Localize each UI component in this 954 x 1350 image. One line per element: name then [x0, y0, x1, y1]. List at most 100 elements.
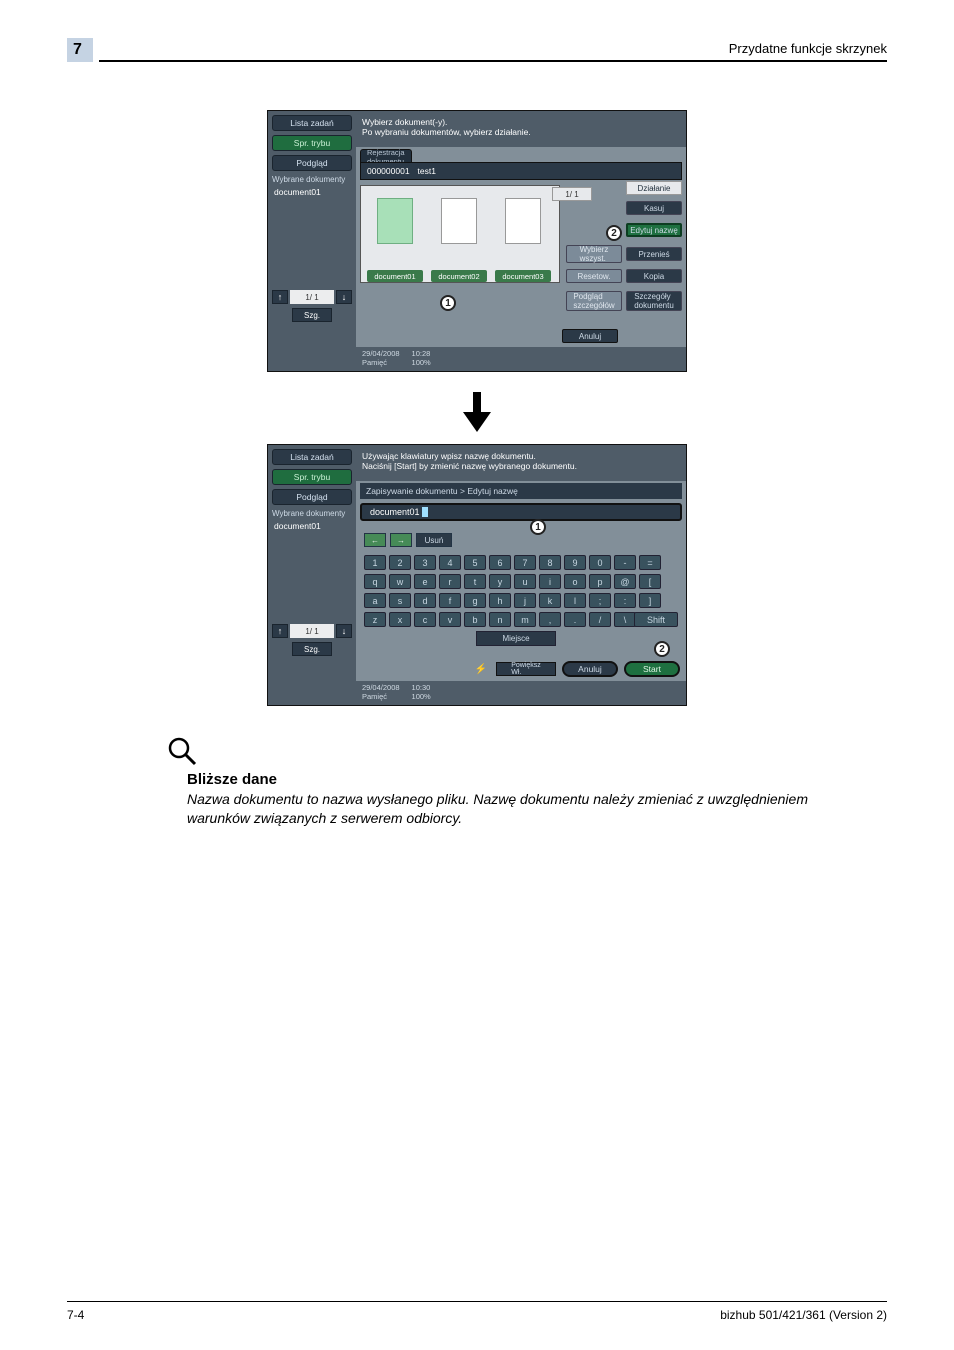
key-p[interactable]: p: [589, 574, 611, 589]
lightning-icon: ⚡: [472, 662, 490, 676]
callout-2-marker: 2: [606, 225, 622, 241]
keyboard-row-1: 1234567890-=: [364, 555, 661, 570]
key-1[interactable]: 1: [364, 555, 386, 570]
action-szczegoly-dokumentu[interactable]: Szczegóły dokumentu: [626, 291, 682, 311]
anuluj-button[interactable]: Anuluj: [562, 661, 618, 677]
key-a[interactable]: a: [364, 593, 386, 608]
key-y[interactable]: y: [489, 574, 511, 589]
key-k[interactable]: k: [539, 593, 561, 608]
key-/[interactable]: /: [589, 612, 611, 627]
key-m[interactable]: m: [514, 612, 536, 627]
key-9[interactable]: 9: [564, 555, 586, 570]
shift-key[interactable]: Shift: [634, 612, 678, 627]
space-key[interactable]: Miejsce: [476, 631, 556, 646]
list-page-indicator: 1/ 1: [290, 624, 334, 638]
cursor-right-button[interactable]: →: [390, 533, 412, 547]
key-[[interactable]: [: [639, 574, 661, 589]
key-n[interactable]: n: [489, 612, 511, 627]
document-thumbnail-area: document01 document02 document03: [360, 185, 560, 283]
list-up-button[interactable]: ↑: [272, 624, 288, 638]
key-l[interactable]: l: [564, 593, 586, 608]
key-o[interactable]: o: [564, 574, 586, 589]
key-t[interactable]: t: [464, 574, 486, 589]
keyboard-row-3: asdfghjkl;:]: [364, 593, 661, 608]
key-j[interactable]: j: [514, 593, 536, 608]
key-;[interactable]: ;: [589, 593, 611, 608]
list-down-button[interactable]: ↓: [336, 290, 352, 304]
action-kasuj[interactable]: Kasuj: [626, 201, 682, 215]
key-@[interactable]: @: [614, 574, 636, 589]
key-=[interactable]: =: [639, 555, 661, 570]
key-,[interactable]: ,: [539, 612, 561, 627]
tab-spr-trybu[interactable]: Spr. trybu: [272, 469, 352, 485]
action-edytuj-nazwe[interactable]: Edytuj nazwę: [626, 223, 682, 237]
list-up-button[interactable]: ↑: [272, 290, 288, 304]
anuluj-button[interactable]: Anuluj: [562, 329, 618, 343]
key-v[interactable]: v: [439, 612, 461, 627]
doc-thumb[interactable]: [377, 198, 413, 244]
action-resetow[interactable]: Resetow.: [566, 269, 622, 283]
key-\[interactable]: \: [614, 612, 636, 627]
usun-button[interactable]: Usuń: [416, 533, 452, 547]
tab-lista-zadan[interactable]: Lista zadań: [272, 449, 352, 465]
szg-button[interactable]: Szg.: [292, 642, 332, 656]
callout-2-marker: 2: [654, 641, 670, 657]
key-f[interactable]: f: [439, 593, 461, 608]
breadcrumb: Zapisywanie dokumentu > Edytuj nazwę: [360, 483, 682, 499]
key-b[interactable]: b: [464, 612, 486, 627]
tab-podglad[interactable]: Podgląd: [272, 489, 352, 505]
action-przenies[interactable]: Przenieś: [626, 247, 682, 261]
key-x[interactable]: x: [389, 612, 411, 627]
key-8[interactable]: 8: [539, 555, 561, 570]
key-w[interactable]: w: [389, 574, 411, 589]
cursor-left-button[interactable]: ←: [364, 533, 386, 547]
action-header: Działanie: [626, 181, 682, 195]
key-r[interactable]: r: [439, 574, 461, 589]
key-6[interactable]: 6: [489, 555, 511, 570]
key-q[interactable]: q: [364, 574, 386, 589]
key-5[interactable]: 5: [464, 555, 486, 570]
note-heading: Bliższe dane: [187, 770, 847, 790]
tab-spr-trybu[interactable]: Spr. trybu: [272, 135, 352, 151]
key-s[interactable]: s: [389, 593, 411, 608]
szg-button[interactable]: Szg.: [292, 308, 332, 322]
action-kopia[interactable]: Kopia: [626, 269, 682, 283]
flow-arrow-down-icon: [457, 392, 497, 432]
selected-docs-label: Wybrane dokumenty: [272, 175, 352, 184]
key--[interactable]: -: [614, 555, 636, 570]
screenshot-box-selection: Lista zadań Spr. trybu Podgląd Wybrane d…: [267, 110, 687, 372]
powieksz-button[interactable]: Powiększ Wł.: [496, 662, 556, 676]
chapter-number-badge: 7: [67, 38, 99, 62]
key-2[interactable]: 2: [389, 555, 411, 570]
tab-lista-zadan[interactable]: Lista zadań: [272, 115, 352, 131]
key-3[interactable]: 3: [414, 555, 436, 570]
footer-rule: [67, 1301, 887, 1302]
key-u[interactable]: u: [514, 574, 536, 589]
key-i[interactable]: i: [539, 574, 561, 589]
key-4[interactable]: 4: [439, 555, 461, 570]
doc-thumb[interactable]: [441, 198, 477, 244]
start-button[interactable]: Start: [624, 661, 680, 677]
tab-podglad[interactable]: Podgląd: [272, 155, 352, 171]
key-g[interactable]: g: [464, 593, 486, 608]
running-title: Przydatne funkcje skrzynek: [729, 41, 887, 60]
box-id-bar: 000000001 test1: [360, 162, 682, 180]
key-:[interactable]: :: [614, 593, 636, 608]
name-input[interactable]: document01: [360, 503, 682, 521]
key-7[interactable]: 7: [514, 555, 536, 570]
doc-thumb[interactable]: [505, 198, 541, 244]
list-down-button[interactable]: ↓: [336, 624, 352, 638]
key-z[interactable]: z: [364, 612, 386, 627]
key-h[interactable]: h: [489, 593, 511, 608]
key-][interactable]: ]: [639, 593, 661, 608]
key-c[interactable]: c: [414, 612, 436, 627]
action-podglad-szczegolow[interactable]: Podgląd szczegółów: [566, 291, 622, 311]
key-.[interactable]: .: [564, 612, 586, 627]
action-wybierz-wszyst[interactable]: Wybierz wszyst.: [566, 245, 622, 263]
key-0[interactable]: 0: [589, 555, 611, 570]
instruction-text: Wybierz dokument(-y). Po wybraniu dokume…: [356, 111, 686, 147]
tab-rejestracja-dokumentu[interactable]: Rejestracja dokumentu: [360, 149, 412, 163]
key-e[interactable]: e: [414, 574, 436, 589]
list-page-indicator: 1/ 1: [290, 290, 334, 304]
key-d[interactable]: d: [414, 593, 436, 608]
